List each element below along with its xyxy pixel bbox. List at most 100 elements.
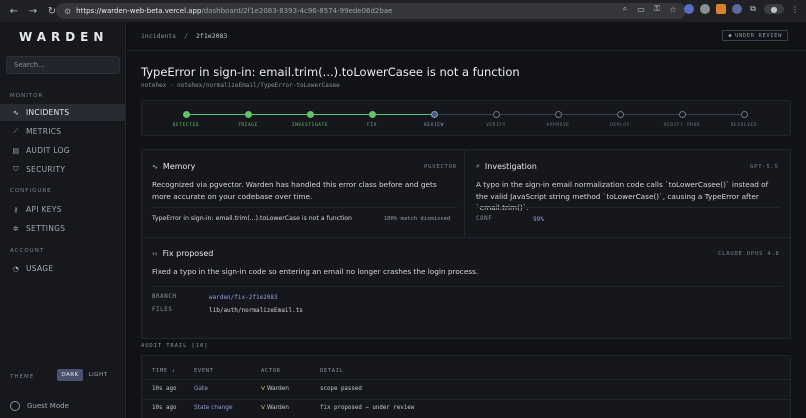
sidebar-item-incidents[interactable]: ∿ INCIDENTS <box>0 104 126 121</box>
search-icon: ⌕ <box>476 162 480 170</box>
sidebar-item-usage[interactable]: ◔ USAGE <box>0 260 126 277</box>
section-label-monitor: MONITOR <box>10 93 44 99</box>
guest-label: Guest Mode <box>27 402 69 410</box>
theme-dark-button[interactable]: DARK <box>57 369 83 381</box>
sidebar-item-security[interactable]: ⛉ SECURITY <box>0 161 126 178</box>
extension-icon[interactable] <box>684 4 694 14</box>
step-dot <box>616 111 624 118</box>
sidebar-item-label: AUDIT LOG <box>26 146 70 155</box>
fix-header: ‹› Fix proposed <box>152 249 213 258</box>
fix-text: Fixed a typo in the sign-in code so ente… <box>152 267 479 276</box>
theme-light-button[interactable]: LIGHT <box>85 369 111 381</box>
cast-icon[interactable]: ▭ <box>636 4 646 14</box>
sidebar-item-api-keys[interactable]: ⚷ API KEYS <box>0 201 126 218</box>
step-label: TRIAGE <box>238 123 258 128</box>
sidebar-item-label: SETTINGS <box>26 224 66 233</box>
sidebar-item-metrics[interactable]: ⟋ METRICS <box>0 123 126 140</box>
extension-icon[interactable] <box>716 4 726 14</box>
breadcrumb-incidents[interactable]: incidents <box>141 32 176 40</box>
sidebar-item-label: USAGE <box>26 264 54 273</box>
extension-icon[interactable] <box>700 4 710 14</box>
profile-icon[interactable]: ● <box>764 4 784 14</box>
browser-toolbar: ← → ↻ ⚙ https://warden-web-beta.vercel.a… <box>0 0 806 22</box>
investigation-title: Investigation <box>484 162 537 171</box>
key-icon: ⚷ <box>13 205 19 214</box>
star-icon[interactable]: ☆ <box>668 4 678 14</box>
files-value[interactable]: lib/auth/normalizeEmail.ts <box>209 307 303 314</box>
step-label: INVESTIGATE <box>291 123 329 128</box>
investigation-tag: GPT-5.5 <box>750 164 779 170</box>
extension-icon[interactable] <box>732 4 742 14</box>
back-icon[interactable]: ← <box>8 6 20 17</box>
table-cell-detail: scope passed <box>320 386 362 392</box>
theme-label: THEME <box>10 374 35 380</box>
row-divider <box>152 286 782 287</box>
step-label: DETECTED <box>172 123 200 128</box>
memory-match-meta: 100% match dismissed <box>384 216 451 222</box>
search-icon[interactable]: ⌕ <box>620 4 630 14</box>
step-dot <box>244 111 252 118</box>
table-cell-time: 10s ago <box>152 405 177 411</box>
memory-match-title[interactable]: TypeError in sign-in: email.trim(...).to… <box>152 215 352 222</box>
audit-trail-label: AUDIT TRAIL [10] <box>141 343 209 349</box>
table-cell-actor: ᐯ Warden <box>261 405 289 411</box>
step-label: DEPLOY <box>610 123 630 128</box>
shield-icon: ⛉ <box>13 165 19 173</box>
row-divider <box>142 399 790 400</box>
step-label: VERIFY PROD <box>663 123 701 128</box>
step-label: APPROVE <box>546 123 570 128</box>
address-bar[interactable]: ⚙ https://warden-web-beta.vercel.app/das… <box>56 3 686 19</box>
pulse-icon: ∿ <box>152 162 158 171</box>
memory-header: ∿ Memory <box>152 162 195 171</box>
audit-trail-table: TIME ↓ EVENT ACTOR DETAIL 10s ago Gate ᐯ… <box>141 355 791 418</box>
files-label: FILES <box>152 307 173 313</box>
url-host: https://warden-web-beta.vercel.app <box>76 7 202 15</box>
step-label: REVIEW <box>424 123 444 128</box>
puzzle-icon[interactable]: ⧉ <box>748 4 758 14</box>
breadcrumb-separator: / <box>184 32 189 40</box>
step-dot <box>740 111 748 118</box>
investigation-text: A typo in the sign-in email normalizatio… <box>476 180 769 212</box>
code-icon: ‹› <box>152 249 158 258</box>
step-label: RESOLVED <box>730 123 758 128</box>
status-badge-label: UNDER REVIEW <box>735 32 782 39</box>
main-content: incidents / 2f1e2083 ● UNDER REVIEW Type… <box>127 22 806 418</box>
table-cell-event: Gate <box>194 386 208 392</box>
menu-icon[interactable]: ⋮ <box>790 4 800 14</box>
status-badge: ● UNDER REVIEW <box>722 30 788 41</box>
sidebar-item-audit-log[interactable]: ▤ AUDIT LOG <box>0 142 126 159</box>
workflow-stepper: DETECTED TRIAGE INVESTIGATE FIX REVIEW V… <box>141 100 791 136</box>
column-header-time[interactable]: TIME ↓ <box>152 368 175 374</box>
investigation-header: ⌕ Investigation <box>476 162 537 171</box>
branch-value[interactable]: warden/fix-2f1e2083 <box>209 294 278 301</box>
pulse-icon: ∿ <box>12 108 20 117</box>
step-dot <box>678 111 686 118</box>
status-dot-icon: ● <box>728 32 733 39</box>
table-cell-detail: fix proposed → under review <box>320 405 415 411</box>
progress-line-remaining <box>434 114 744 115</box>
column-header-detail: DETAIL <box>320 368 344 374</box>
key-icon[interactable]: ⚿ <box>652 4 662 14</box>
step-dot <box>554 111 562 118</box>
memory-tag: PGVECTOR <box>424 164 457 170</box>
panel-divider <box>464 150 465 237</box>
row-divider <box>142 379 790 380</box>
step-dot <box>306 111 314 118</box>
column-header-actor: ACTOR <box>261 368 281 374</box>
confidence-value: 99% <box>533 216 544 223</box>
site-info-icon[interactable]: ⚙ <box>64 7 71 16</box>
step-dot <box>182 111 190 118</box>
step-label: FIX <box>367 123 377 128</box>
guest-mode[interactable]: Guest Mode <box>10 401 69 411</box>
step-label: VERIFY <box>486 123 506 128</box>
sidebar: WARDEN Search... MONITOR ∿ INCIDENTS ⟋ MET… <box>0 22 126 418</box>
chart-icon: ⟋ <box>13 127 19 135</box>
sidebar-item-settings[interactable]: ✲ SETTINGS <box>0 220 126 237</box>
fix-title: Fix proposed <box>162 249 214 258</box>
search-input[interactable]: Search... <box>6 56 120 74</box>
table-cell-time: 10s ago <box>152 386 177 392</box>
memory-title: Memory <box>162 162 196 171</box>
fix-tag: CLAUDE OPUS 4.8 <box>718 251 780 257</box>
forward-icon[interactable]: → <box>27 6 39 17</box>
gear-icon: ✲ <box>12 224 20 233</box>
